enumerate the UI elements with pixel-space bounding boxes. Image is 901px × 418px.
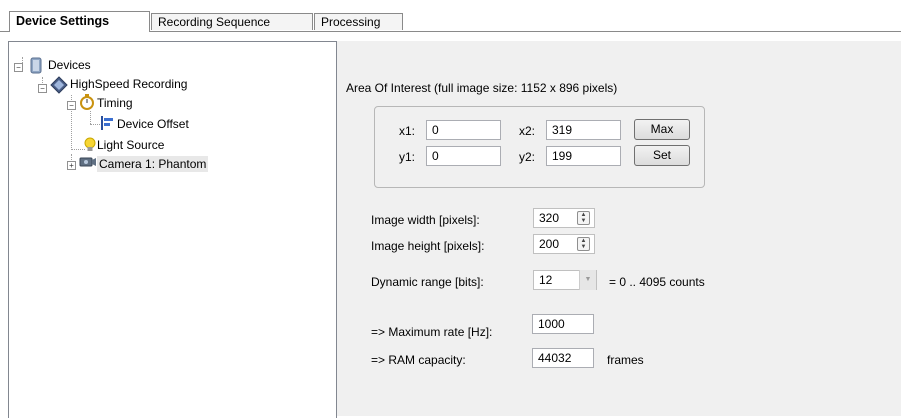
max-rate-field[interactable]: 1000 bbox=[532, 314, 594, 334]
image-width-field[interactable]: 320 ▲ ▼ bbox=[533, 208, 595, 228]
tab-recording-sequence[interactable]: Recording Sequence bbox=[151, 13, 313, 30]
tree-item-light-source[interactable]: Light Source bbox=[97, 137, 164, 153]
tab-label: Device Settings bbox=[16, 14, 110, 28]
tree-item-devices[interactable]: Devices bbox=[48, 57, 91, 73]
x1-label: x1: bbox=[399, 124, 416, 138]
ram-unit: frames bbox=[607, 353, 644, 367]
tree-item-timing[interactable]: Timing bbox=[97, 95, 133, 111]
devices-icon bbox=[28, 57, 44, 77]
recording-icon bbox=[50, 76, 68, 97]
tree-item-device-offset[interactable]: Device Offset bbox=[117, 116, 189, 132]
ram-capacity-label: => RAM capacity: bbox=[371, 353, 466, 367]
tab-processing[interactable]: Processing bbox=[314, 13, 403, 30]
image-width-value: 320 bbox=[539, 211, 560, 225]
dynamic-range-value: 12 bbox=[539, 273, 553, 287]
max-button[interactable]: Max bbox=[634, 119, 690, 140]
set-button[interactable]: Set bbox=[634, 145, 690, 166]
image-height-value: 200 bbox=[539, 237, 560, 251]
collapse-icon[interactable]: − bbox=[14, 63, 23, 72]
tree-item-highspeed-recording[interactable]: HighSpeed Recording bbox=[70, 76, 187, 92]
collapse-icon[interactable]: − bbox=[38, 84, 47, 93]
y2-field[interactable]: 199 bbox=[546, 146, 621, 166]
dynamic-range-label: Dynamic range [bits]: bbox=[371, 275, 484, 289]
y2-label: y2: bbox=[519, 150, 536, 164]
camera-icon bbox=[79, 155, 97, 172]
tab-label: Recording Sequence bbox=[158, 15, 271, 29]
stopwatch-icon bbox=[79, 94, 95, 113]
image-width-label: Image width [pixels]: bbox=[371, 213, 480, 227]
spinner-icon[interactable]: ▲ ▼ bbox=[577, 211, 590, 225]
ram-capacity-field[interactable]: 44032 bbox=[532, 348, 594, 368]
offset-icon bbox=[101, 115, 115, 134]
dynamic-range-note: = 0 .. 4095 counts bbox=[609, 275, 705, 289]
spinner-icon[interactable]: ▲ ▼ bbox=[577, 237, 590, 251]
aoi-title: Area Of Interest (full image size: 1152 … bbox=[346, 81, 618, 95]
tab-device-settings[interactable]: Device Settings bbox=[9, 11, 150, 32]
tab-label: Processing bbox=[321, 15, 381, 29]
light-bulb-icon bbox=[84, 137, 96, 156]
image-height-field[interactable]: 200 ▲ ▼ bbox=[533, 234, 595, 254]
tab-bar: Device Settings Recording Sequence Proce… bbox=[0, 0, 901, 32]
dynamic-range-select[interactable]: 12 ▼ bbox=[533, 270, 597, 290]
chevron-down-icon[interactable]: ▼ bbox=[579, 270, 596, 290]
tree-line bbox=[71, 149, 85, 150]
x1-field[interactable]: 0 bbox=[426, 120, 501, 140]
y1-label: y1: bbox=[399, 150, 416, 164]
tree-item-camera[interactable]: Camera 1: Phantom bbox=[97, 156, 209, 172]
x2-field[interactable]: 319 bbox=[546, 120, 621, 140]
aoi-group: x1: 0 y1: 0 x2: 319 y2: 199 Max Set bbox=[374, 106, 705, 188]
max-rate-label: => Maximum rate [Hz]: bbox=[371, 325, 493, 339]
device-tree[interactable]: − Devices − HighSpeed Recording − Timing… bbox=[8, 41, 337, 418]
x2-label: x2: bbox=[519, 124, 536, 138]
collapse-icon[interactable]: − bbox=[67, 101, 76, 110]
tree-line bbox=[90, 124, 100, 125]
settings-panel: Area Of Interest (full image size: 1152 … bbox=[337, 41, 901, 416]
y1-field[interactable]: 0 bbox=[426, 146, 501, 166]
image-height-label: Image height [pixels]: bbox=[371, 239, 485, 253]
expand-icon[interactable]: + bbox=[67, 161, 76, 170]
